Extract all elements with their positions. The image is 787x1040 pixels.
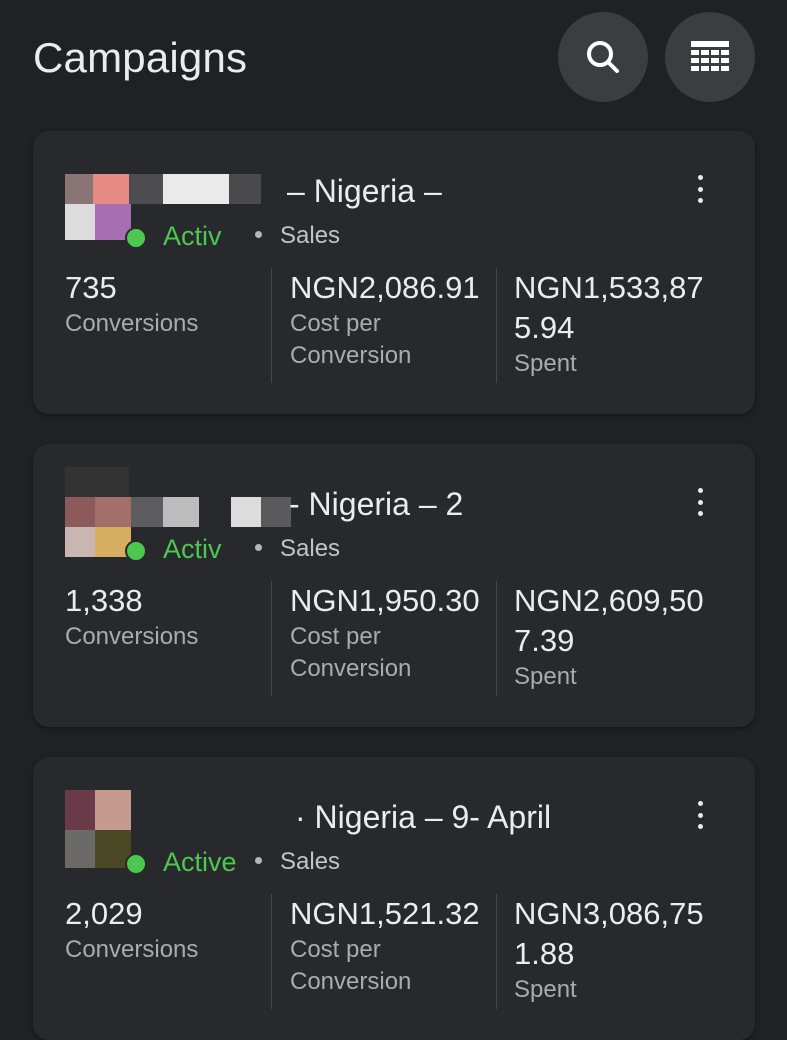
campaign-objective: Sales bbox=[280, 222, 341, 249]
campaign-card[interactable]: - Nigeria – 2 Activ Sales 1,338 Conversi… bbox=[33, 444, 755, 727]
campaign-name: · Nigeria – 9- April bbox=[295, 799, 552, 835]
metric-divider bbox=[271, 894, 272, 1009]
spent-label: Spent bbox=[514, 663, 577, 690]
conversions-metric: 735 Conversions bbox=[65, 268, 265, 340]
spent-metric: NGN2,609,507.39 Spent bbox=[514, 581, 729, 693]
separator-dot bbox=[255, 544, 262, 551]
separator-dot bbox=[255, 231, 262, 238]
conversions-metric: 1,338 Conversions bbox=[65, 581, 265, 653]
conversions-label: Conversions bbox=[65, 623, 199, 650]
spent-metric: NGN3,086,751.88 Spent bbox=[514, 894, 729, 1006]
conversions-value: 735 bbox=[65, 270, 117, 305]
cost-per-conversion-value: NGN2,086.91 bbox=[290, 270, 480, 305]
spent-value: NGN1,533,875.94 bbox=[514, 270, 704, 345]
metric-divider bbox=[496, 894, 497, 1009]
separator-dot bbox=[255, 857, 262, 864]
spent-value: NGN2,609,507.39 bbox=[514, 583, 704, 658]
conversions-value: 2,029 bbox=[65, 896, 143, 931]
search-icon bbox=[587, 41, 619, 73]
campaign-status: Activ bbox=[163, 221, 222, 251]
cost-per-conversion-value: NGN1,521.32 bbox=[290, 896, 480, 931]
more-options-icon[interactable] bbox=[685, 171, 715, 207]
campaign-thumbnail bbox=[65, 467, 291, 557]
conversions-label: Conversions bbox=[65, 310, 199, 337]
metric-divider bbox=[496, 581, 497, 696]
campaign-card[interactable]: · Nigeria – 9- April Active Sales 2,029 … bbox=[33, 757, 755, 1040]
cost-per-conversion-label: Cost per Conversion bbox=[290, 310, 412, 369]
conversions-label: Conversions bbox=[65, 936, 199, 963]
campaign-thumbnail bbox=[65, 174, 261, 244]
campaign-objective: Sales bbox=[280, 848, 341, 875]
spent-metric: NGN1,533,875.94 Spent bbox=[514, 268, 729, 380]
metric-divider bbox=[271, 268, 272, 383]
table-view-icon bbox=[691, 41, 729, 71]
campaign-name: – Nigeria – bbox=[287, 173, 442, 209]
campaign-status: Active bbox=[163, 847, 237, 877]
conversions-value: 1,338 bbox=[65, 583, 143, 618]
table-view-button[interactable] bbox=[665, 12, 755, 102]
cost-per-conversion-value: NGN1,950.30 bbox=[290, 583, 480, 618]
spent-label: Spent bbox=[514, 350, 577, 377]
more-options-icon[interactable] bbox=[685, 797, 715, 833]
metric-divider bbox=[496, 268, 497, 383]
campaign-card[interactable]: – Nigeria – Activ Sales 735 Conversions … bbox=[33, 131, 755, 414]
active-status-dot bbox=[125, 853, 147, 875]
campaign-status: Activ bbox=[163, 534, 222, 564]
page-title: Campaigns bbox=[33, 34, 248, 81]
metric-divider bbox=[271, 581, 272, 696]
cost-per-conversion-metric: NGN2,086.91 Cost per Conversion bbox=[290, 268, 500, 372]
spent-value: NGN3,086,751.88 bbox=[514, 896, 704, 971]
campaign-objective: Sales bbox=[280, 535, 341, 562]
active-status-dot bbox=[125, 540, 147, 562]
app-header: Campaigns bbox=[0, 0, 787, 118]
more-options-icon[interactable] bbox=[685, 484, 715, 520]
spent-label: Spent bbox=[514, 976, 577, 1003]
cost-per-conversion-label: Cost per Conversion bbox=[290, 936, 412, 995]
cost-per-conversion-metric: NGN1,950.30 Cost per Conversion bbox=[290, 581, 500, 685]
cost-per-conversion-metric: NGN1,521.32 Cost per Conversion bbox=[290, 894, 500, 998]
conversions-metric: 2,029 Conversions bbox=[65, 894, 265, 966]
cost-per-conversion-label: Cost per Conversion bbox=[290, 623, 412, 682]
campaign-name: - Nigeria – 2 bbox=[289, 486, 464, 522]
active-status-dot bbox=[125, 227, 147, 249]
campaign-thumbnail bbox=[65, 790, 165, 870]
search-button[interactable] bbox=[558, 12, 648, 102]
